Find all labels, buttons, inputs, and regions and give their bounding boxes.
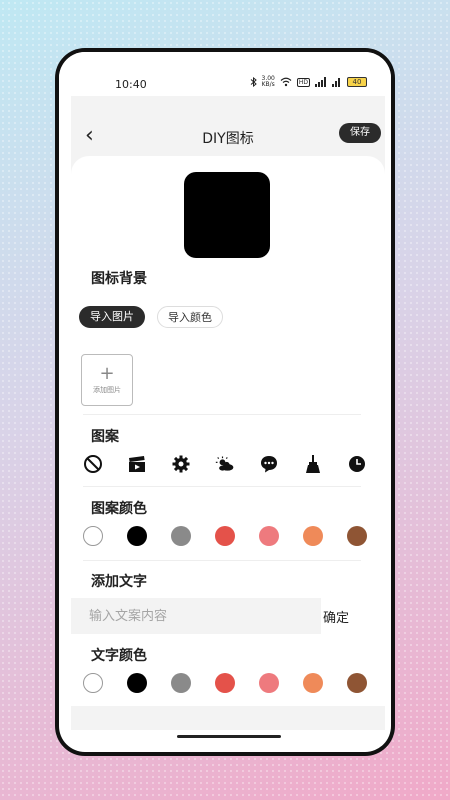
text-color-list	[83, 673, 367, 693]
pattern-color-swatch-0[interactable]	[83, 526, 103, 546]
screen: 10:40 3.00 KB/s HD 40 ‹ DIY图标 保存 图标背景 导入…	[59, 52, 391, 752]
pattern-color-swatch-5[interactable]	[303, 526, 323, 546]
text-color-swatch-6[interactable]	[347, 673, 367, 693]
import-color-button[interactable]: 导入颜色	[157, 306, 223, 328]
chat-icon[interactable]	[259, 454, 279, 474]
pattern-color-section-label: 图案颜色	[91, 501, 147, 517]
confirm-button[interactable]: 确定	[323, 607, 349, 626]
wifi-icon	[280, 77, 292, 87]
import-image-button[interactable]: 导入图片	[79, 306, 145, 328]
phone-frame: 10:40 3.00 KB/s HD 40 ‹ DIY图标 保存 图标背景 导入…	[55, 48, 395, 756]
divider	[83, 414, 361, 415]
editor-card: 图标背景 导入图片 导入颜色 + 添加图片 图案 图案颜色 添加文字 输入文案内…	[71, 156, 385, 730]
app-header: ‹ DIY图标 保存	[71, 122, 385, 152]
text-color-swatch-0[interactable]	[83, 673, 103, 693]
text-section-label: 添加文字	[91, 574, 147, 590]
clapperboard-icon[interactable]	[127, 454, 147, 474]
bottom-panel	[71, 706, 385, 730]
pattern-color-list	[83, 526, 367, 546]
weather-icon[interactable]	[215, 454, 235, 474]
status-bar: 10:40 3.00 KB/s HD 40	[59, 52, 391, 96]
bluetooth-icon	[250, 77, 257, 87]
home-indicator[interactable]	[177, 735, 281, 738]
signal-icon-2	[332, 78, 340, 87]
pattern-section-label: 图案	[91, 429, 119, 445]
gear-icon[interactable]	[171, 454, 191, 474]
network-speed: 3.00 KB/s	[261, 75, 275, 88]
pattern-color-swatch-3[interactable]	[215, 526, 235, 546]
text-color-section-label: 文字颜色	[91, 648, 147, 664]
pattern-list	[83, 454, 367, 474]
page-title: DIY图标	[202, 131, 254, 147]
background-section-label: 图标背景	[91, 271, 147, 287]
pattern-color-swatch-1[interactable]	[127, 526, 147, 546]
signal-icon	[315, 77, 326, 87]
text-color-swatch-4[interactable]	[259, 673, 279, 693]
none-icon[interactable]	[83, 454, 103, 474]
pattern-color-swatch-4[interactable]	[259, 526, 279, 546]
pattern-color-swatch-6[interactable]	[347, 526, 367, 546]
battery-icon: 40	[347, 77, 367, 87]
text-color-swatch-2[interactable]	[171, 673, 191, 693]
status-icons: 3.00 KB/s HD 40	[250, 75, 367, 88]
text-color-swatch-1[interactable]	[127, 673, 147, 693]
save-button[interactable]: 保存	[339, 123, 381, 143]
divider	[83, 486, 361, 487]
divider	[83, 560, 361, 561]
icon-preview	[184, 172, 270, 258]
text-content-input[interactable]	[71, 598, 321, 634]
pattern-color-swatch-2[interactable]	[171, 526, 191, 546]
add-image-button[interactable]: + 添加图片	[81, 354, 133, 406]
add-icon: +	[99, 363, 115, 384]
hd-badge: HD	[296, 77, 310, 87]
broom-icon[interactable]	[303, 454, 323, 474]
text-color-swatch-5[interactable]	[303, 673, 323, 693]
add-image-label: 添加图片	[93, 386, 121, 394]
clock-icon[interactable]	[347, 454, 367, 474]
text-color-swatch-3[interactable]	[215, 673, 235, 693]
status-time: 10:40	[115, 78, 147, 91]
